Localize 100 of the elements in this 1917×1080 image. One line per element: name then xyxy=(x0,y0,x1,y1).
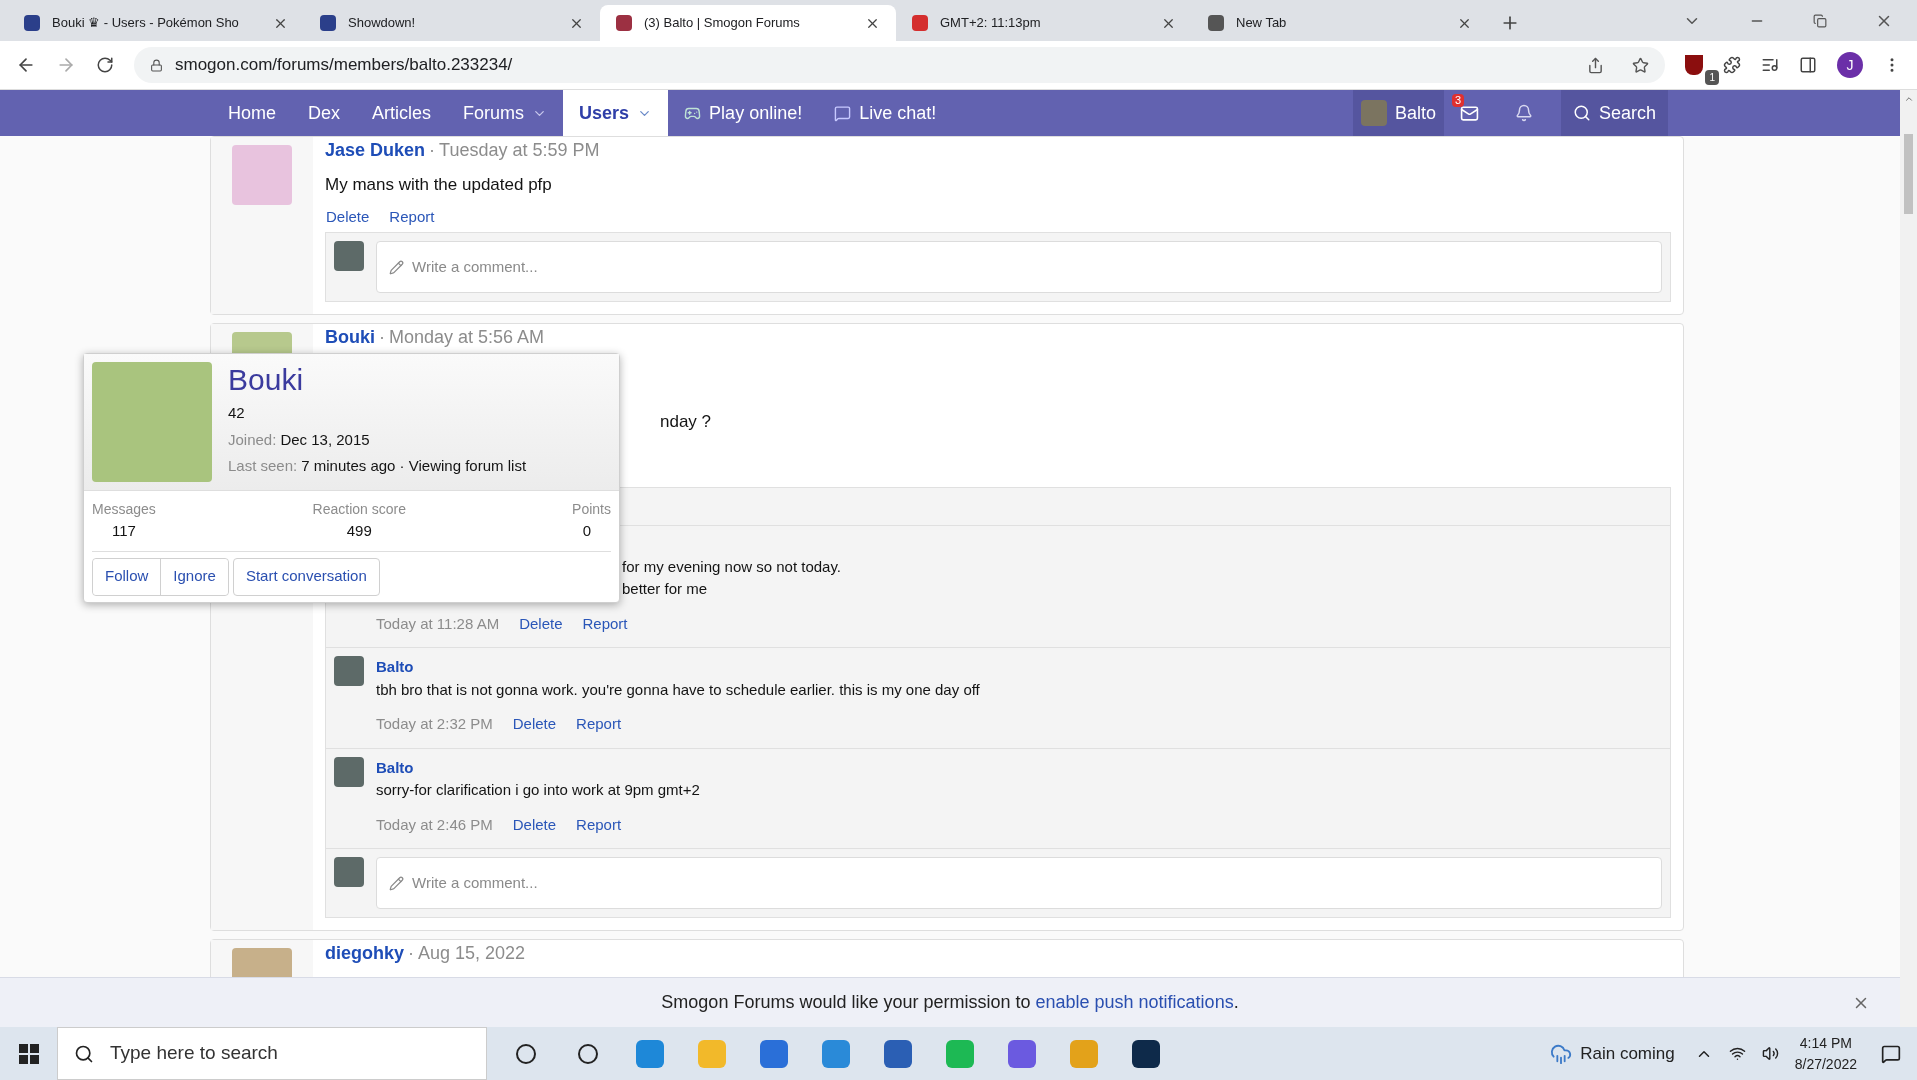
nav-tab[interactable]: Live chat! xyxy=(818,90,953,136)
favicon-icon xyxy=(912,15,928,31)
action-link[interactable]: Delete xyxy=(512,713,557,736)
browser-tab[interactable]: (3) Balto | Smogon Forums xyxy=(600,5,896,41)
clock-time: 4:14 PM xyxy=(1799,1033,1852,1053)
joined-label: Joined: xyxy=(228,429,277,450)
volume-icon[interactable] xyxy=(1761,1045,1779,1062)
author-link[interactable]: diegohky xyxy=(325,940,404,967)
taskbar-search-field[interactable]: Type here to search xyxy=(57,1027,487,1080)
stat-value: 117 xyxy=(111,521,137,541)
tab-title: Bouki ♛ - Users - Pokémon Sho xyxy=(52,14,240,33)
inbox-icon[interactable] xyxy=(1459,103,1479,123)
member-action-button[interactable]: Follow xyxy=(93,558,162,595)
inbox-badge: 3 xyxy=(1451,94,1465,107)
action-link[interactable]: Delete xyxy=(326,205,370,228)
media-icon[interactable] xyxy=(1761,56,1779,74)
browser-tab[interactable]: New Tab xyxy=(1192,5,1488,41)
nav-tab[interactable]: Dex xyxy=(292,90,357,136)
notification-text: Smogon Forums would like your permission to xyxy=(661,991,1031,1014)
extension-badge: 1 xyxy=(1705,70,1719,85)
author-link[interactable]: Jase Duken xyxy=(325,137,426,164)
favicon-icon xyxy=(616,15,632,31)
favicon-icon xyxy=(320,15,336,31)
favicon-icon xyxy=(1208,15,1224,31)
comment-field[interactable]: Write a comment... xyxy=(376,857,1662,909)
chat-icon xyxy=(834,104,852,122)
author-link[interactable]: Balto xyxy=(376,756,700,779)
post-time: Monday at 5:56 AM xyxy=(389,326,545,349)
nav-tab[interactable]: Forums xyxy=(447,90,564,136)
network-icon[interactable] xyxy=(1728,1045,1746,1062)
member-action-button[interactable]: Start conversation xyxy=(232,557,380,596)
separator-dot: · xyxy=(379,326,385,349)
stat-value: 0 xyxy=(581,521,592,541)
action-link[interactable]: Report xyxy=(389,205,435,228)
weather-icon xyxy=(1550,1042,1573,1065)
pencil-icon xyxy=(389,875,404,891)
last-seen-label: Last seen: xyxy=(228,456,298,476)
post-body-text: My mans with the updated pfp xyxy=(325,174,553,196)
nav-tab[interactable]: Home xyxy=(212,90,292,136)
avatar xyxy=(334,857,364,887)
lock-icon xyxy=(150,58,163,72)
shield-extension-icon[interactable] xyxy=(1685,55,1703,75)
action-link[interactable]: Report xyxy=(576,713,622,736)
stat-label: Messages xyxy=(92,500,156,519)
post-body-text: nday ? xyxy=(660,411,712,433)
stat-value: 499 xyxy=(345,521,373,541)
action-link[interactable]: Report xyxy=(576,813,622,836)
post-time: Aug 15, 2022 xyxy=(418,942,526,965)
comment-time: Today at 11:28 AM xyxy=(376,613,500,634)
author-link[interactable]: Balto xyxy=(376,656,980,679)
tab-title: New Tab xyxy=(1236,14,1288,33)
nav-tab[interactable]: Articles xyxy=(356,90,448,136)
comment-time: Today at 2:46 PM xyxy=(376,814,493,835)
notifications-icon[interactable] xyxy=(1881,1043,1901,1064)
nav-tab[interactable]: Play online! xyxy=(668,90,819,136)
favicon-icon xyxy=(24,15,40,31)
member-name: Bouki xyxy=(228,362,304,398)
extensions-icon[interactable] xyxy=(1723,56,1741,74)
bell-icon[interactable] xyxy=(1514,104,1533,122)
scroll-thumb[interactable] xyxy=(1904,134,1913,214)
avatar xyxy=(334,241,364,271)
avatar xyxy=(334,756,364,787)
joined-date: Dec 13, 2015 xyxy=(280,429,370,450)
pencil-icon xyxy=(389,259,404,275)
stat-label: Points xyxy=(572,500,611,519)
scroll-up-icon[interactable] xyxy=(1903,94,1914,104)
comment-text: for my evening now so not today. xyxy=(622,556,841,577)
action-link[interactable]: Report xyxy=(582,612,628,635)
account-link[interactable]: Balto xyxy=(1352,90,1444,136)
comment-text: better for me xyxy=(622,579,708,599)
address-field[interactable]: smogon.com/forums/members/balto.233234/ xyxy=(134,47,1665,83)
restore-icon[interactable] xyxy=(1813,13,1827,28)
comment-text: tbh bro that is not gonna work. you're gonna have to schedule earlier. this is my one day off xyxy=(376,679,980,700)
member-title: 42 xyxy=(228,403,246,423)
last-seen-text: 7 minutes ago · Viewing forum list xyxy=(301,456,527,476)
tab-title: Showdown! xyxy=(348,14,417,33)
profile-avatar[interactable]: J xyxy=(1837,52,1863,78)
share-icon[interactable] xyxy=(1587,56,1604,74)
stat-label: Reaction score xyxy=(312,500,406,519)
browser-tab[interactable]: GMT+2: 11:13pm xyxy=(896,5,1192,41)
enable-notifications-link[interactable]: enable push notifications xyxy=(1035,989,1234,1016)
comment-time: Today at 2:32 PM xyxy=(376,714,493,734)
search-icon xyxy=(1572,104,1591,122)
avatar xyxy=(1360,100,1387,126)
browser-tab[interactable]: Showdown! xyxy=(304,5,600,41)
bookmark-star-icon[interactable] xyxy=(1632,56,1649,74)
nav-tab[interactable]: Users xyxy=(563,90,669,136)
tab-title: GMT+2: 11:13pm xyxy=(940,14,1042,33)
side-panel-icon[interactable] xyxy=(1799,56,1817,74)
comment-field[interactable]: Write a comment... xyxy=(376,241,1662,293)
avatar xyxy=(334,656,364,686)
browser-tab[interactable]: Bouki ♛ - Users - Pokémon Sho xyxy=(8,5,304,41)
separator-dot: · xyxy=(429,139,436,162)
action-link[interactable]: Delete xyxy=(519,612,563,635)
action-link[interactable]: Delete xyxy=(512,813,557,836)
weather-text: Rain coming xyxy=(1580,1042,1675,1065)
reload-icon[interactable] xyxy=(96,56,114,74)
search-button[interactable]: Search xyxy=(1560,90,1668,136)
notification-period: . xyxy=(1233,991,1239,1014)
author-link[interactable]: Bouki xyxy=(325,324,375,351)
